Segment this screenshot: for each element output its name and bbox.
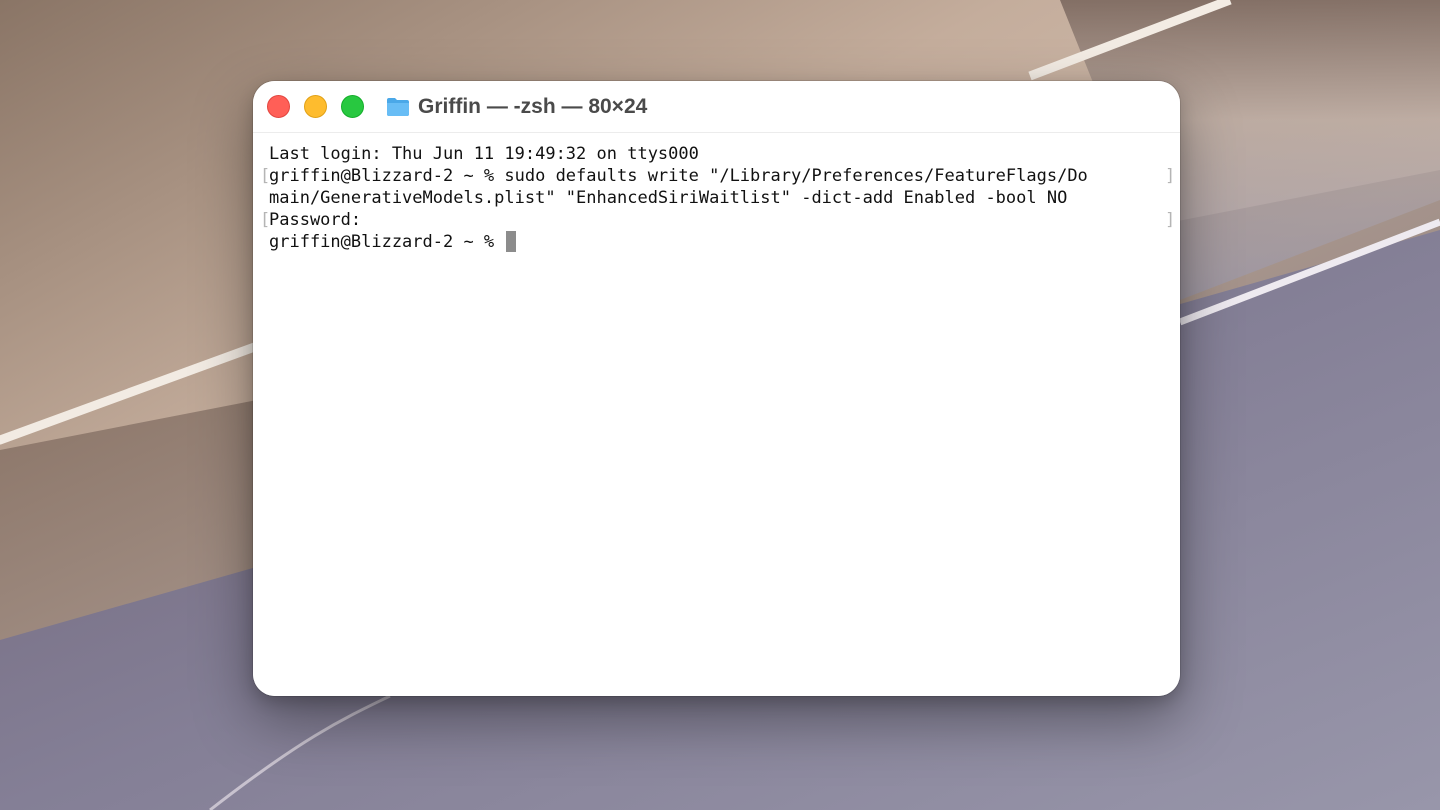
terminal-line-last-login: Last login: Thu Jun 11 19:49:32 on ttys0… bbox=[269, 144, 699, 164]
terminal-prompt: griffin@Blizzard-2 ~ % bbox=[269, 232, 505, 252]
text-cursor bbox=[506, 231, 517, 252]
terminal-prompt-line: griffin@Blizzard-2 ~ % bbox=[269, 231, 517, 253]
folder-icon bbox=[386, 97, 410, 117]
terminal-line-command-2: main/GenerativeModels.plist" "EnhancedSi… bbox=[269, 188, 1068, 208]
window-titlebar[interactable]: Griffin — -zsh — 80×24 bbox=[253, 81, 1180, 133]
terminal-window: Griffin — -zsh — 80×24 Last login: Thu J… bbox=[253, 81, 1180, 696]
terminal-line-command-1: griffin@Blizzard-2 ~ % sudo defaults wri… bbox=[269, 166, 1088, 186]
minimize-button[interactable] bbox=[304, 95, 327, 118]
terminal-line-password: Password: bbox=[269, 210, 362, 230]
mark-close-bracket: ] bbox=[1165, 210, 1176, 230]
close-button[interactable] bbox=[267, 95, 290, 118]
window-title-group: Griffin — -zsh — 80×24 bbox=[386, 93, 647, 121]
window-title: Griffin — -zsh — 80×24 bbox=[418, 95, 648, 118]
mark-close-bracket: ] bbox=[1165, 166, 1176, 186]
terminal-output[interactable]: Last login: Thu Jun 11 19:49:32 on ttys0… bbox=[253, 133, 1180, 696]
zoom-button[interactable] bbox=[341, 95, 364, 118]
